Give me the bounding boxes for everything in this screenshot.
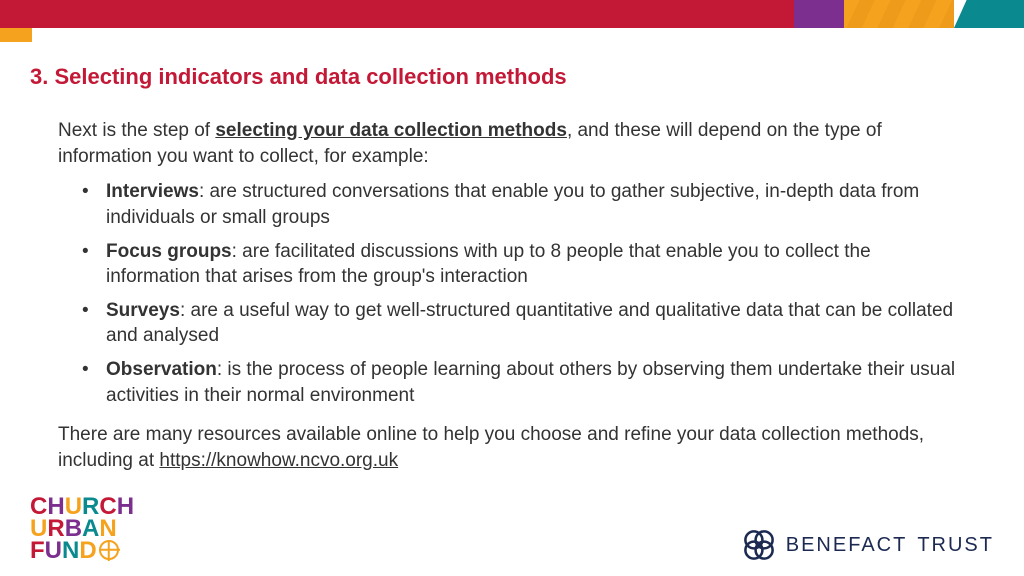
- globe-icon: [99, 540, 119, 560]
- logo-letter: U: [45, 540, 62, 562]
- bar-segment-teal: [954, 0, 1024, 28]
- method-term: Interviews: [106, 181, 199, 202]
- resource-link[interactable]: https://knowhow.ncvo.org.uk: [159, 450, 398, 471]
- list-item: Observation: is the process of people le…: [100, 357, 966, 408]
- method-desc: : are a useful way to get well-structure…: [106, 300, 953, 347]
- method-term: Surveys: [106, 300, 180, 321]
- benefact-knot-icon: [742, 528, 776, 562]
- method-desc: : is the process of people learning abou…: [106, 359, 955, 406]
- bar-segment-purple: [794, 0, 844, 28]
- logo-letter: D: [79, 540, 96, 562]
- intro-underline: selecting your data collection methods: [215, 120, 567, 141]
- outro-paragraph: There are many resources available onlin…: [58, 422, 966, 473]
- logo-letter: N: [99, 518, 116, 540]
- methods-list: Interviews: are structured conversations…: [58, 179, 966, 408]
- intro-paragraph: Next is the step of selecting your data …: [58, 118, 966, 169]
- decorative-top-bar: [0, 0, 1024, 28]
- benefact-word1: BENEFACT: [786, 534, 908, 557]
- benefact-word2: TRUST: [917, 534, 994, 557]
- logo-letter: H: [117, 496, 134, 518]
- logo-row-3: FUND: [30, 540, 134, 562]
- intro-pre: Next is the step of: [58, 120, 215, 141]
- church-urban-fund-logo: CHURCH URBAN FUND: [30, 496, 134, 562]
- list-item: Focus groups: are facilitated discussion…: [100, 239, 966, 290]
- method-term: Focus groups: [106, 241, 232, 262]
- bar-segment-orange: [844, 0, 954, 28]
- list-item: Surveys: are a useful way to get well-st…: [100, 298, 966, 349]
- logo-letter: F: [30, 540, 45, 562]
- method-term: Observation: [106, 359, 217, 380]
- list-item: Interviews: are structured conversations…: [100, 179, 966, 230]
- bar-segment-red: [0, 0, 794, 28]
- benefact-trust-logo: BENEFACT TRUST: [742, 528, 994, 562]
- logo-letter: N: [62, 540, 79, 562]
- method-desc: : are structured conversations that enab…: [106, 181, 919, 228]
- body-text: Next is the step of selecting your data …: [30, 118, 994, 474]
- slide-content: 3. Selecting indicators and data collect…: [0, 28, 1024, 474]
- footer: CHURCH URBAN FUND BENEFACT TRUST: [0, 496, 1024, 562]
- bar-accent: [0, 28, 32, 42]
- slide-heading: 3. Selecting indicators and data collect…: [30, 64, 994, 90]
